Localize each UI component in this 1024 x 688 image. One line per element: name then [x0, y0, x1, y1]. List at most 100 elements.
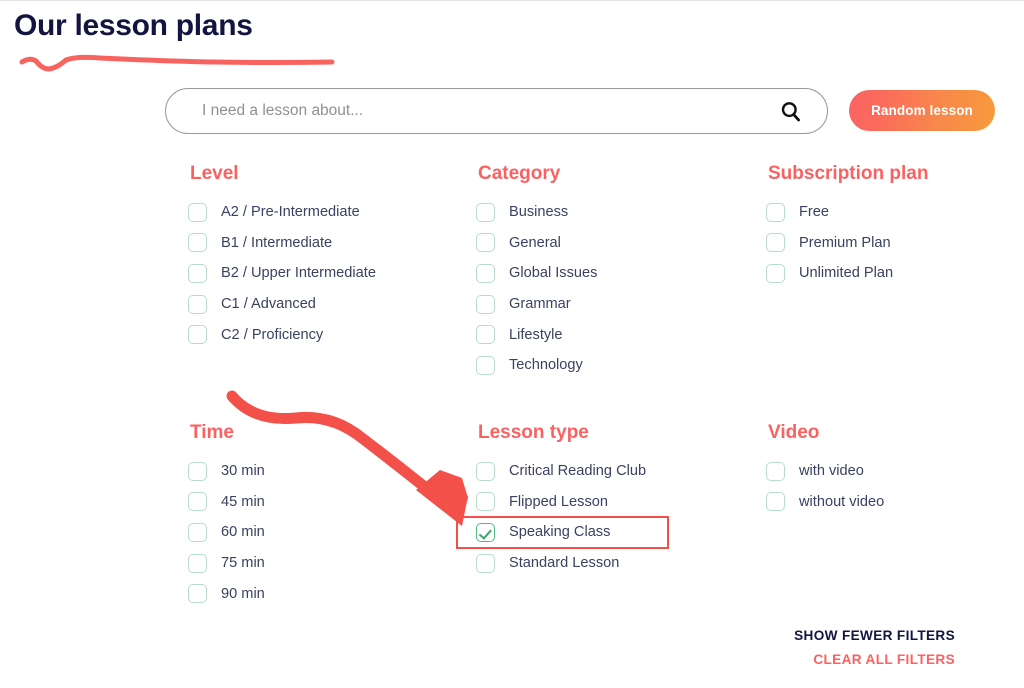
filter-group-title: Time [190, 422, 235, 443]
filter-option-label: A2 / Pre-Intermediate [221, 204, 360, 221]
checkbox-icon[interactable] [476, 233, 495, 253]
filter-option-label: 90 min [221, 585, 265, 602]
filter-group-title: Category [478, 163, 561, 184]
checkbox-icon[interactable] [476, 325, 495, 345]
checkbox-icon[interactable] [766, 263, 785, 283]
filter-option[interactable]: Standard Lesson [476, 548, 646, 579]
filter-option-label: Premium Plan [799, 234, 891, 251]
page-title: Our lesson plans [14, 9, 253, 42]
filter-option[interactable]: 30 min [188, 456, 265, 487]
random-lesson-button[interactable]: Random lesson [849, 90, 995, 131]
filter-group-title: Subscription plan [768, 163, 929, 184]
filter-option-label: Critical Reading Club [509, 463, 647, 480]
checkbox-checked-icon[interactable] [476, 522, 495, 542]
filter-option-label: 45 min [221, 493, 265, 510]
filter-option-label: Business [509, 204, 569, 221]
filter-option-label: B1 / Intermediate [221, 234, 333, 251]
filter-option-label: Standard Lesson [509, 555, 620, 572]
filter-option-label: Global Issues [509, 265, 598, 282]
filter-option[interactable]: Lifestyle [476, 319, 597, 350]
filter-option[interactable]: 90 min [188, 578, 265, 609]
filter-option[interactable]: Premium Plan [766, 228, 928, 259]
filter-option-label: 75 min [221, 555, 265, 572]
filter-option-label: General [509, 234, 561, 251]
filter-option[interactable]: with video [766, 456, 884, 487]
footer-links: SHOW FEWER FILTERS CLEAR ALL FILTERS [794, 624, 955, 672]
search-box[interactable] [165, 88, 828, 134]
filter-option-label: Unlimited Plan [799, 265, 894, 282]
filter-group-title: Video [768, 422, 820, 443]
filter-option[interactable]: Global Issues [476, 258, 597, 289]
filter-option[interactable]: Business [476, 197, 597, 228]
filter-option-label: C1 / Advanced [221, 296, 316, 313]
checkbox-icon[interactable] [188, 461, 207, 481]
filter-option[interactable]: General [476, 228, 597, 259]
filter-group-title: Level [190, 163, 239, 184]
filter-group-level: Level A2 / Pre-Intermediate B1 / Intermedi… [188, 163, 376, 350]
filter-option-label: Technology [509, 357, 583, 374]
checkbox-icon[interactable] [476, 461, 495, 481]
checkbox-icon[interactable] [476, 553, 495, 573]
title-underline-decoration [19, 54, 335, 72]
search-icon[interactable] [779, 100, 803, 124]
filter-group-time: Time 30 min 45 min 60 min 75 min 90 min [188, 422, 265, 609]
filter-group-category: Category Business General Global Issues Gram… [476, 163, 597, 381]
checkbox-icon[interactable] [476, 492, 495, 512]
filter-option[interactable]: Technology [476, 350, 597, 381]
filter-option-label: with video [799, 463, 864, 480]
page-title-block: Our lesson plans [14, 6, 335, 72]
filter-option[interactable]: Critical Reading Club [476, 456, 646, 487]
checkbox-icon[interactable] [766, 492, 785, 512]
checkbox-icon[interactable] [766, 202, 785, 222]
checkbox-icon[interactable] [188, 553, 207, 573]
checkbox-icon[interactable] [476, 263, 495, 283]
filter-option[interactable]: C1 / Advanced [188, 289, 376, 320]
filter-option[interactable]: C2 / Proficiency [188, 319, 376, 350]
checkbox-icon[interactable] [188, 233, 207, 253]
filter-option[interactable]: Speaking Class [476, 517, 646, 548]
filter-group-subscription-plan: Subscription plan Free Premium Plan Unlimit… [766, 163, 928, 289]
filter-option-label: B2 / Upper Intermediate [221, 265, 376, 282]
search-input[interactable] [200, 95, 764, 127]
filter-option[interactable]: B2 / Upper Intermediate [188, 258, 376, 289]
search-row: Random lesson [165, 88, 1005, 136]
filter-option-label: Free [799, 204, 830, 221]
checkbox-icon[interactable] [476, 355, 495, 375]
checkbox-icon[interactable] [476, 202, 495, 222]
filter-option[interactable]: 45 min [188, 487, 265, 518]
filter-group-video: Video with video without video [766, 422, 884, 517]
filter-option[interactable]: without video [766, 487, 884, 518]
filter-group-title: Lesson type [478, 422, 589, 443]
top-divider [0, 0, 1024, 1]
clear-all-filters-link[interactable]: CLEAR ALL FILTERS [794, 648, 955, 672]
filter-option-label: 30 min [221, 463, 265, 480]
filter-option[interactable]: B1 / Intermediate [188, 228, 376, 259]
checkbox-icon[interactable] [188, 584, 207, 604]
filter-option[interactable]: 75 min [188, 548, 265, 579]
checkbox-icon[interactable] [188, 492, 207, 512]
checkbox-icon[interactable] [476, 294, 495, 314]
filter-group-lesson-type: Lesson type Critical Reading Club Flipped … [476, 422, 646, 578]
checkbox-icon[interactable] [188, 325, 207, 345]
filter-option[interactable]: Unlimited Plan [766, 258, 928, 289]
checkbox-icon[interactable] [766, 461, 785, 481]
filter-option[interactable]: Grammar [476, 289, 597, 320]
filter-option-label: Speaking Class [509, 524, 611, 541]
filter-option-label: Grammar [509, 296, 571, 313]
show-fewer-filters-link[interactable]: SHOW FEWER FILTERS [794, 624, 955, 648]
filter-option-label: C2 / Proficiency [221, 326, 324, 343]
filter-option-label: 60 min [221, 524, 265, 541]
checkbox-icon[interactable] [188, 522, 207, 542]
checkbox-icon[interactable] [188, 294, 207, 314]
checkbox-icon[interactable] [188, 202, 207, 222]
filter-option-label: Lifestyle [509, 326, 563, 343]
lesson-plans-page: Our lesson plans Random lesson Level A2 /… [0, 0, 1024, 688]
filter-option[interactable]: A2 / Pre-Intermediate [188, 197, 376, 228]
filter-option[interactable]: Flipped Lesson [476, 487, 646, 518]
filter-option-label: Flipped Lesson [509, 493, 608, 510]
filter-option-label: without video [799, 493, 885, 510]
filter-option[interactable]: 60 min [188, 517, 265, 548]
filter-option[interactable]: Free [766, 197, 928, 228]
checkbox-icon[interactable] [188, 263, 207, 283]
checkbox-icon[interactable] [766, 233, 785, 253]
